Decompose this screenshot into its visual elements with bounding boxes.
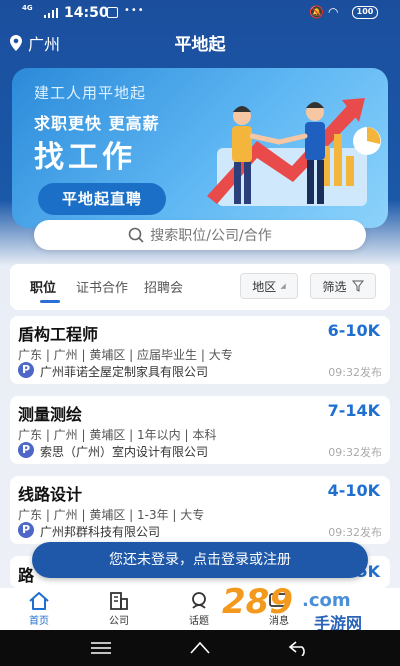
company-name: 广州邦群科技有限公司 [40,525,161,539]
tab-job-fair[interactable]: 招聘会 [144,277,183,296]
filter-icon [351,280,364,292]
job-salary: 6-10K [327,321,380,340]
job-tabs-bar: 职位 证书合作 招聘会 地区 ◢ 筛选 [10,264,390,310]
login-prompt-button[interactable]: 您还未登录，点击登录或注册 [32,542,368,578]
building-icon [110,592,128,610]
search-icon [128,227,144,243]
job-title: 盾构工程师 [18,325,99,344]
menu-icon[interactable] [90,641,112,655]
nav-company-label: 公司 [109,616,129,627]
watermark-logo: 289 .com 手游网 [216,582,398,633]
battery-indicator: 100 [352,6,378,19]
watermark-domain: .com [302,590,351,611]
network-type: 4G [22,4,33,12]
clock: 14:50 [64,5,109,21]
tab-certificate-cooperation[interactable]: 证书合作 [76,277,128,296]
handshake-illustration [207,98,381,206]
more-notifications-icon: ••• [124,5,145,16]
nav-topic-label: 话题 [189,616,209,627]
app-screen: 4G 14:50 ••• 🔕 ◠ 100 广州 平地起 建工人用平地起 求职更快… [0,0,400,666]
search-bar[interactable]: 搜索职位/公司/合作 [34,220,366,250]
filter-button-label: 筛选 [322,279,347,294]
post-time: 09:32发布 [328,366,382,379]
topic-icon [192,592,206,609]
status-bar: 4G 14:50 ••• 🔕 ◠ 100 [0,0,400,26]
region-dropdown[interactable]: 地区 ◢ [240,273,298,299]
job-title: 测量测绘 [18,405,83,424]
job-meta: 广东 | 广州 | 黄埔区 | 1年以内 | 本科 [18,428,217,442]
notification-icon [107,7,118,18]
home-icon [29,592,49,610]
promo-banner[interactable]: 建工人用平地起 求职更快 更高薪 找工作 平地起直聘 [12,68,388,228]
company-logo-icon: P [18,362,34,378]
company-logo-icon: P [18,442,34,458]
nav-company[interactable]: 公司 [94,592,144,627]
job-meta: 广东 | 广州 | 黄埔区 | 1-3年 | 大专 [18,508,205,522]
job-meta: 广东 | 广州 | 黄埔区 | 应届毕业生 | 大专 [18,348,233,362]
page-title: 平地起 [174,35,226,55]
job-card[interactable]: 盾构工程师 6-10K 广东 | 广州 | 黄埔区 | 应届毕业生 | 大专 P… [10,316,390,384]
banner-tagline: 建工人用平地起 [34,84,147,102]
job-salary: 7-14K [327,401,380,420]
company-name: 索思（广州）室内设计有限公司 [40,445,209,459]
banner-headline: 找工作 [34,140,136,175]
nav-home[interactable]: 首页 [14,592,64,627]
search-placeholder: 搜索职位/公司/合作 [150,228,272,244]
post-time: 09:32发布 [328,526,382,539]
signal-icon [44,8,58,18]
nav-home-label: 首页 [29,616,49,627]
home-button-icon[interactable] [189,641,211,655]
system-navigation-bar [0,630,400,666]
filter-button[interactable]: 筛选 [310,273,376,299]
banner-cta-button[interactable]: 平地起直聘 [38,183,166,215]
company-name: 广州菲诺全屋定制家具有限公司 [40,365,209,379]
job-salary: 4-10K [327,481,380,500]
top-header: 广州 平地起 [0,26,400,60]
company-logo-icon: P [18,522,34,538]
mute-icon: 🔕 [309,5,324,19]
active-tab-indicator [40,300,60,303]
tab-jobs[interactable]: 职位 [30,277,56,296]
back-icon[interactable] [288,640,310,656]
post-time: 09:32发布 [328,446,382,459]
job-card[interactable]: 线路设计 4-10K 广东 | 广州 | 黄埔区 | 1-3年 | 大专 P 广… [10,476,390,544]
wifi-icon: ◠ [328,5,339,19]
banner-subtitle: 求职更快 更高薪 [34,114,160,133]
dropdown-arrow-icon: ◢ [280,282,286,290]
job-title: 线路设计 [18,485,83,504]
job-card[interactable]: 测量测绘 7-14K 广东 | 广州 | 黄埔区 | 1年以内 | 本科 P 索… [10,396,390,464]
watermark-brand: 289 [222,582,293,622]
region-dropdown-label: 地区 [252,279,277,294]
job-title: 路 [18,566,35,585]
